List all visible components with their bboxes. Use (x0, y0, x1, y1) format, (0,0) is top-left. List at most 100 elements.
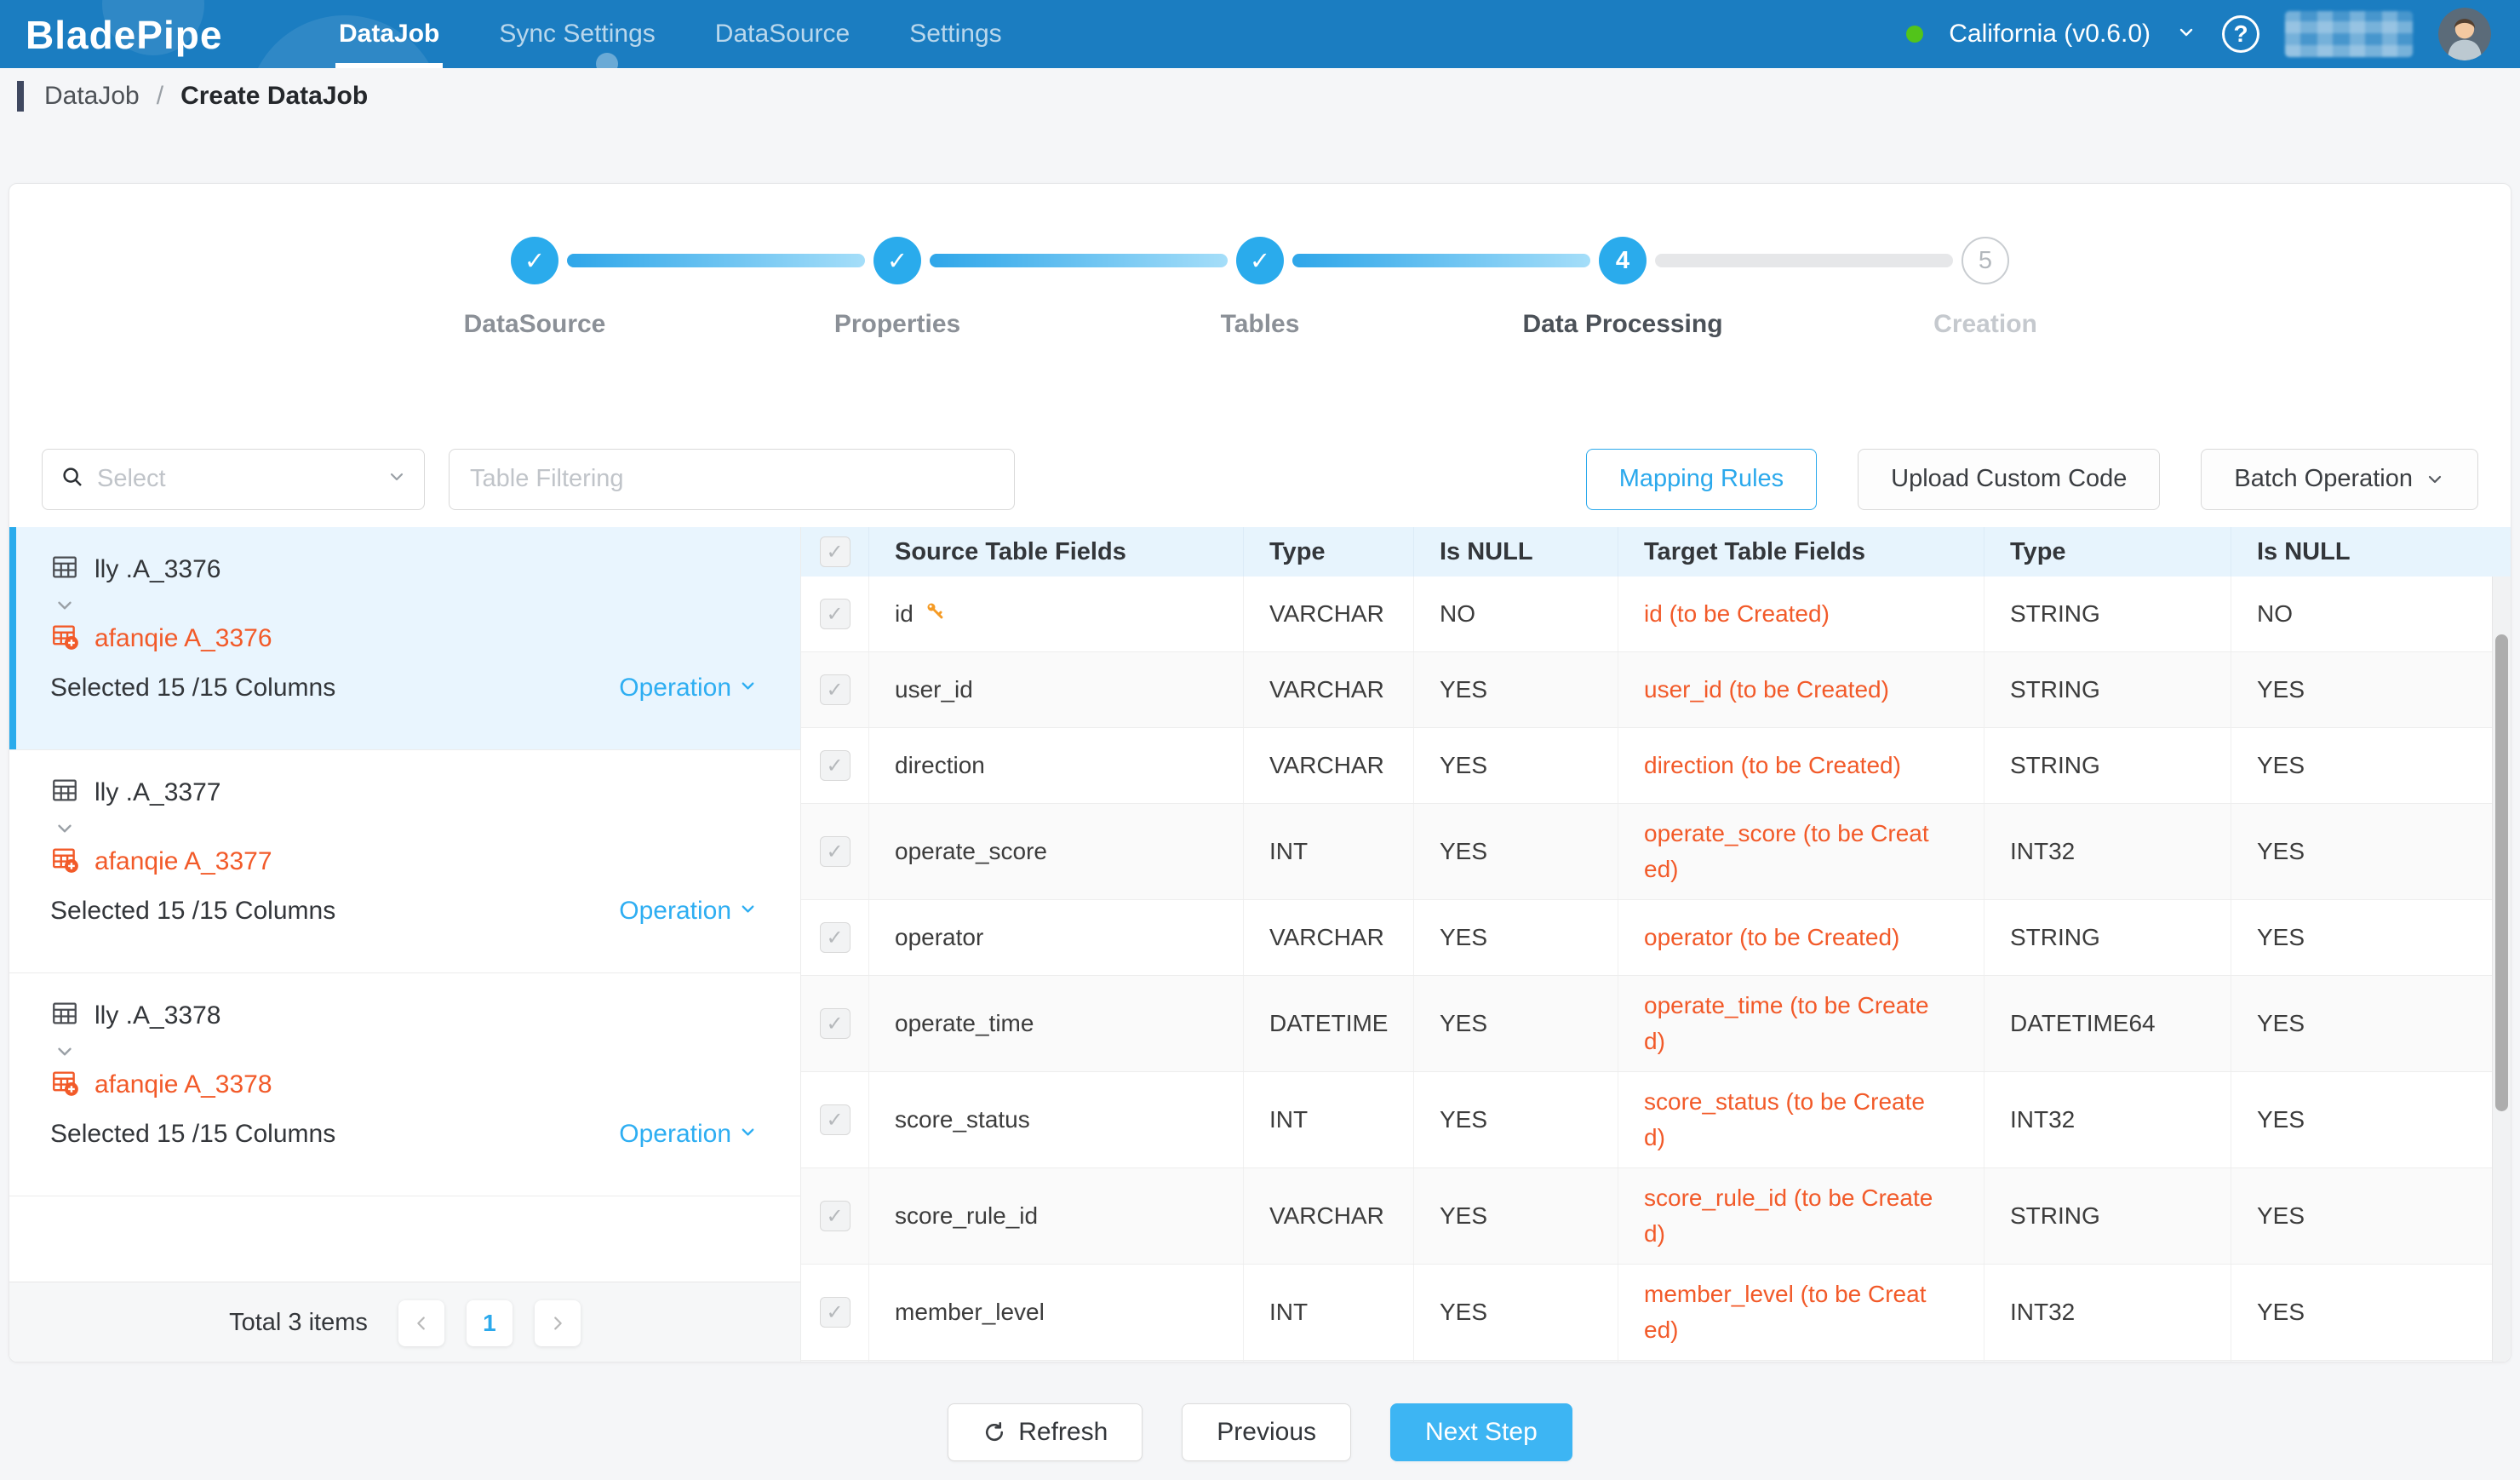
step-datasource[interactable]: ✓DataSource (511, 237, 558, 284)
row-checkbox[interactable]: ✓ (820, 1297, 850, 1328)
refresh-button[interactable]: Refresh (948, 1403, 1143, 1461)
expand-chevron-icon[interactable] (54, 594, 758, 617)
table-row: ✓operate_timeDATETIMEYESoperate_time (to… (801, 976, 2511, 1072)
nav-item-datajob[interactable]: DataJob (315, 0, 463, 68)
row-checkbox[interactable]: ✓ (820, 1008, 850, 1039)
nav-item-datasource[interactable]: DataSource (691, 0, 873, 68)
source-field-name: score_status (895, 1106, 1030, 1133)
wizard-card: ✓DataSource✓Properties✓Tables4Data Proce… (9, 183, 2511, 1362)
list-item[interactable]: lly .A_3376afanqie A_3376Selected 15 /15… (9, 527, 800, 750)
list-item[interactable]: lly .A_3377afanqie A_3377Selected 15 /15… (9, 750, 800, 973)
target-field-cell[interactable]: operate_score (to be Created) (1618, 804, 1984, 899)
target-field-cell[interactable]: score_status (to be Created) (1618, 1072, 1984, 1167)
step-creation[interactable]: 5Creation (1962, 237, 2009, 284)
target-type-cell: STRING (1984, 900, 2231, 975)
target-type-cell: INT32 (1984, 1265, 2231, 1360)
next-page-button[interactable] (535, 1300, 581, 1346)
row-checkbox[interactable]: ✓ (820, 750, 850, 781)
expand-chevron-icon[interactable] (54, 817, 758, 840)
checkbox-cell: ✓ (801, 1072, 869, 1167)
upload-custom-code-button[interactable]: Upload Custom Code (1858, 449, 2160, 510)
list-item[interactable]: lly .A_3378afanqie A_3378Selected 15 /15… (9, 973, 800, 1196)
row-checkbox[interactable]: ✓ (820, 922, 850, 953)
checkbox-cell: ✓ (801, 728, 869, 803)
operation-menu[interactable]: Operation (619, 1120, 758, 1149)
operation-menu[interactable]: Operation (619, 897, 758, 926)
username-redacted (2285, 11, 2413, 57)
step-properties[interactable]: ✓Properties (873, 237, 921, 284)
prev-page-button[interactable] (398, 1300, 444, 1346)
target-field-cell[interactable]: score_type (to be Created) (1618, 1361, 1984, 1362)
step-number: 4 (1599, 237, 1647, 284)
source-field-cell: direction (869, 728, 1244, 803)
target-field-cell[interactable]: member_level (to be Created) (1618, 1265, 1984, 1360)
checkbox-cell: ✓ (801, 1168, 869, 1264)
breadcrumb-separator: / (157, 82, 163, 111)
nav-item-settings[interactable]: Settings (885, 0, 1025, 68)
table-filter-input[interactable] (449, 449, 1015, 510)
row-checkbox[interactable]: ✓ (820, 1201, 850, 1231)
table-create-icon (50, 622, 79, 655)
chevron-down-icon[interactable] (2176, 22, 2196, 47)
source-field-cell: operate_score (869, 804, 1244, 899)
step-tables[interactable]: ✓Tables (1236, 237, 1284, 284)
chevron-down-icon (738, 897, 758, 926)
environment-label[interactable]: California (v0.6.0) (1949, 20, 2151, 49)
target-field-cell[interactable]: user_id (to be Created) (1618, 652, 1984, 727)
column-header-is-null: Is NULL (2231, 527, 2511, 577)
expand-chevron-icon[interactable] (54, 1041, 758, 1063)
target-nullable-cell: YES (2231, 976, 2511, 1071)
column-header-type: Type (1244, 527, 1414, 577)
mapping-rules-button[interactable]: Mapping Rules (1586, 449, 1817, 510)
table-scrollbar-track[interactable] (2492, 577, 2511, 1362)
target-field-cell[interactable]: operator (to be Created) (1618, 900, 1984, 975)
source-table-row: lly .A_3378 (50, 999, 758, 1032)
target-nullable-cell: YES (2231, 1072, 2511, 1167)
page-number-button[interactable]: 1 (467, 1300, 513, 1346)
step-label: Tables (1221, 310, 1300, 339)
step-check-icon: ✓ (1236, 237, 1284, 284)
row-checkbox[interactable]: ✓ (820, 1104, 850, 1135)
source-table-name: lly .A_3376 (94, 555, 220, 584)
breadcrumb-section[interactable]: DataJob (44, 82, 140, 111)
operation-menu[interactable]: Operation (619, 674, 758, 703)
app-logo: BladePipe (0, 0, 315, 68)
row-checkbox[interactable]: ✓ (820, 674, 850, 705)
avatar[interactable] (2438, 8, 2491, 60)
table-row: ✓user_idVARCHARYESuser_id (to be Created… (801, 652, 2511, 728)
checkbox-cell: ✓ (801, 1361, 869, 1362)
page-title: Create DataJob (180, 82, 368, 111)
row-checkbox[interactable]: ✓ (820, 599, 850, 629)
target-type-cell: STRING (1984, 1168, 2231, 1264)
source-nullable-cell: YES (1414, 728, 1618, 803)
target-field-cell[interactable]: operate_time (to be Created) (1618, 976, 1984, 1071)
table-select-dropdown[interactable]: Select (42, 449, 425, 510)
target-table-row: afanqie A_3377 (50, 845, 758, 878)
source-type-cell: INT (1244, 1072, 1414, 1167)
table-scrollbar-thumb[interactable] (2495, 634, 2508, 1111)
table-row: ✓score_rule_idVARCHARYESscore_rule_id (t… (801, 1168, 2511, 1265)
mapping-area: lly .A_3376afanqie A_3376Selected 15 /15… (9, 527, 2511, 1362)
row-checkbox[interactable]: ✓ (820, 536, 850, 567)
previous-button[interactable]: Previous (1182, 1403, 1351, 1461)
help-icon[interactable]: ? (2222, 15, 2259, 53)
field-table-header: ✓Source Table FieldsTypeIs NULLTarget Ta… (801, 527, 2511, 577)
step-label: Data Processing (1522, 310, 1722, 339)
refresh-label: Refresh (1018, 1418, 1108, 1447)
next-step-button[interactable]: Next Step (1390, 1403, 1572, 1461)
page: BladePipe DataJobSync SettingsDataSource… (0, 0, 2520, 1480)
target-field-cell[interactable]: score_rule_id (to be Created) (1618, 1168, 1984, 1264)
target-field-cell[interactable]: direction (to be Created) (1618, 728, 1984, 803)
source-type-cell: INT (1244, 804, 1414, 899)
source-field-name: operate_score (895, 838, 1047, 865)
batch-operation-button[interactable]: Batch Operation (2201, 449, 2478, 510)
row-checkbox[interactable]: ✓ (820, 836, 850, 867)
nav-item-sync-settings[interactable]: Sync Settings (475, 0, 679, 68)
step-check-icon: ✓ (873, 237, 921, 284)
target-field-cell[interactable]: id (to be Created) (1618, 577, 1984, 651)
source-nullable-cell: NO (1414, 577, 1618, 651)
breadcrumb: DataJob / Create DataJob (0, 68, 2520, 124)
checkbox-cell: ✓ (801, 900, 869, 975)
step-data-processing[interactable]: 4Data Processing (1599, 237, 1647, 284)
source-nullable-cell: YES (1414, 1168, 1618, 1264)
